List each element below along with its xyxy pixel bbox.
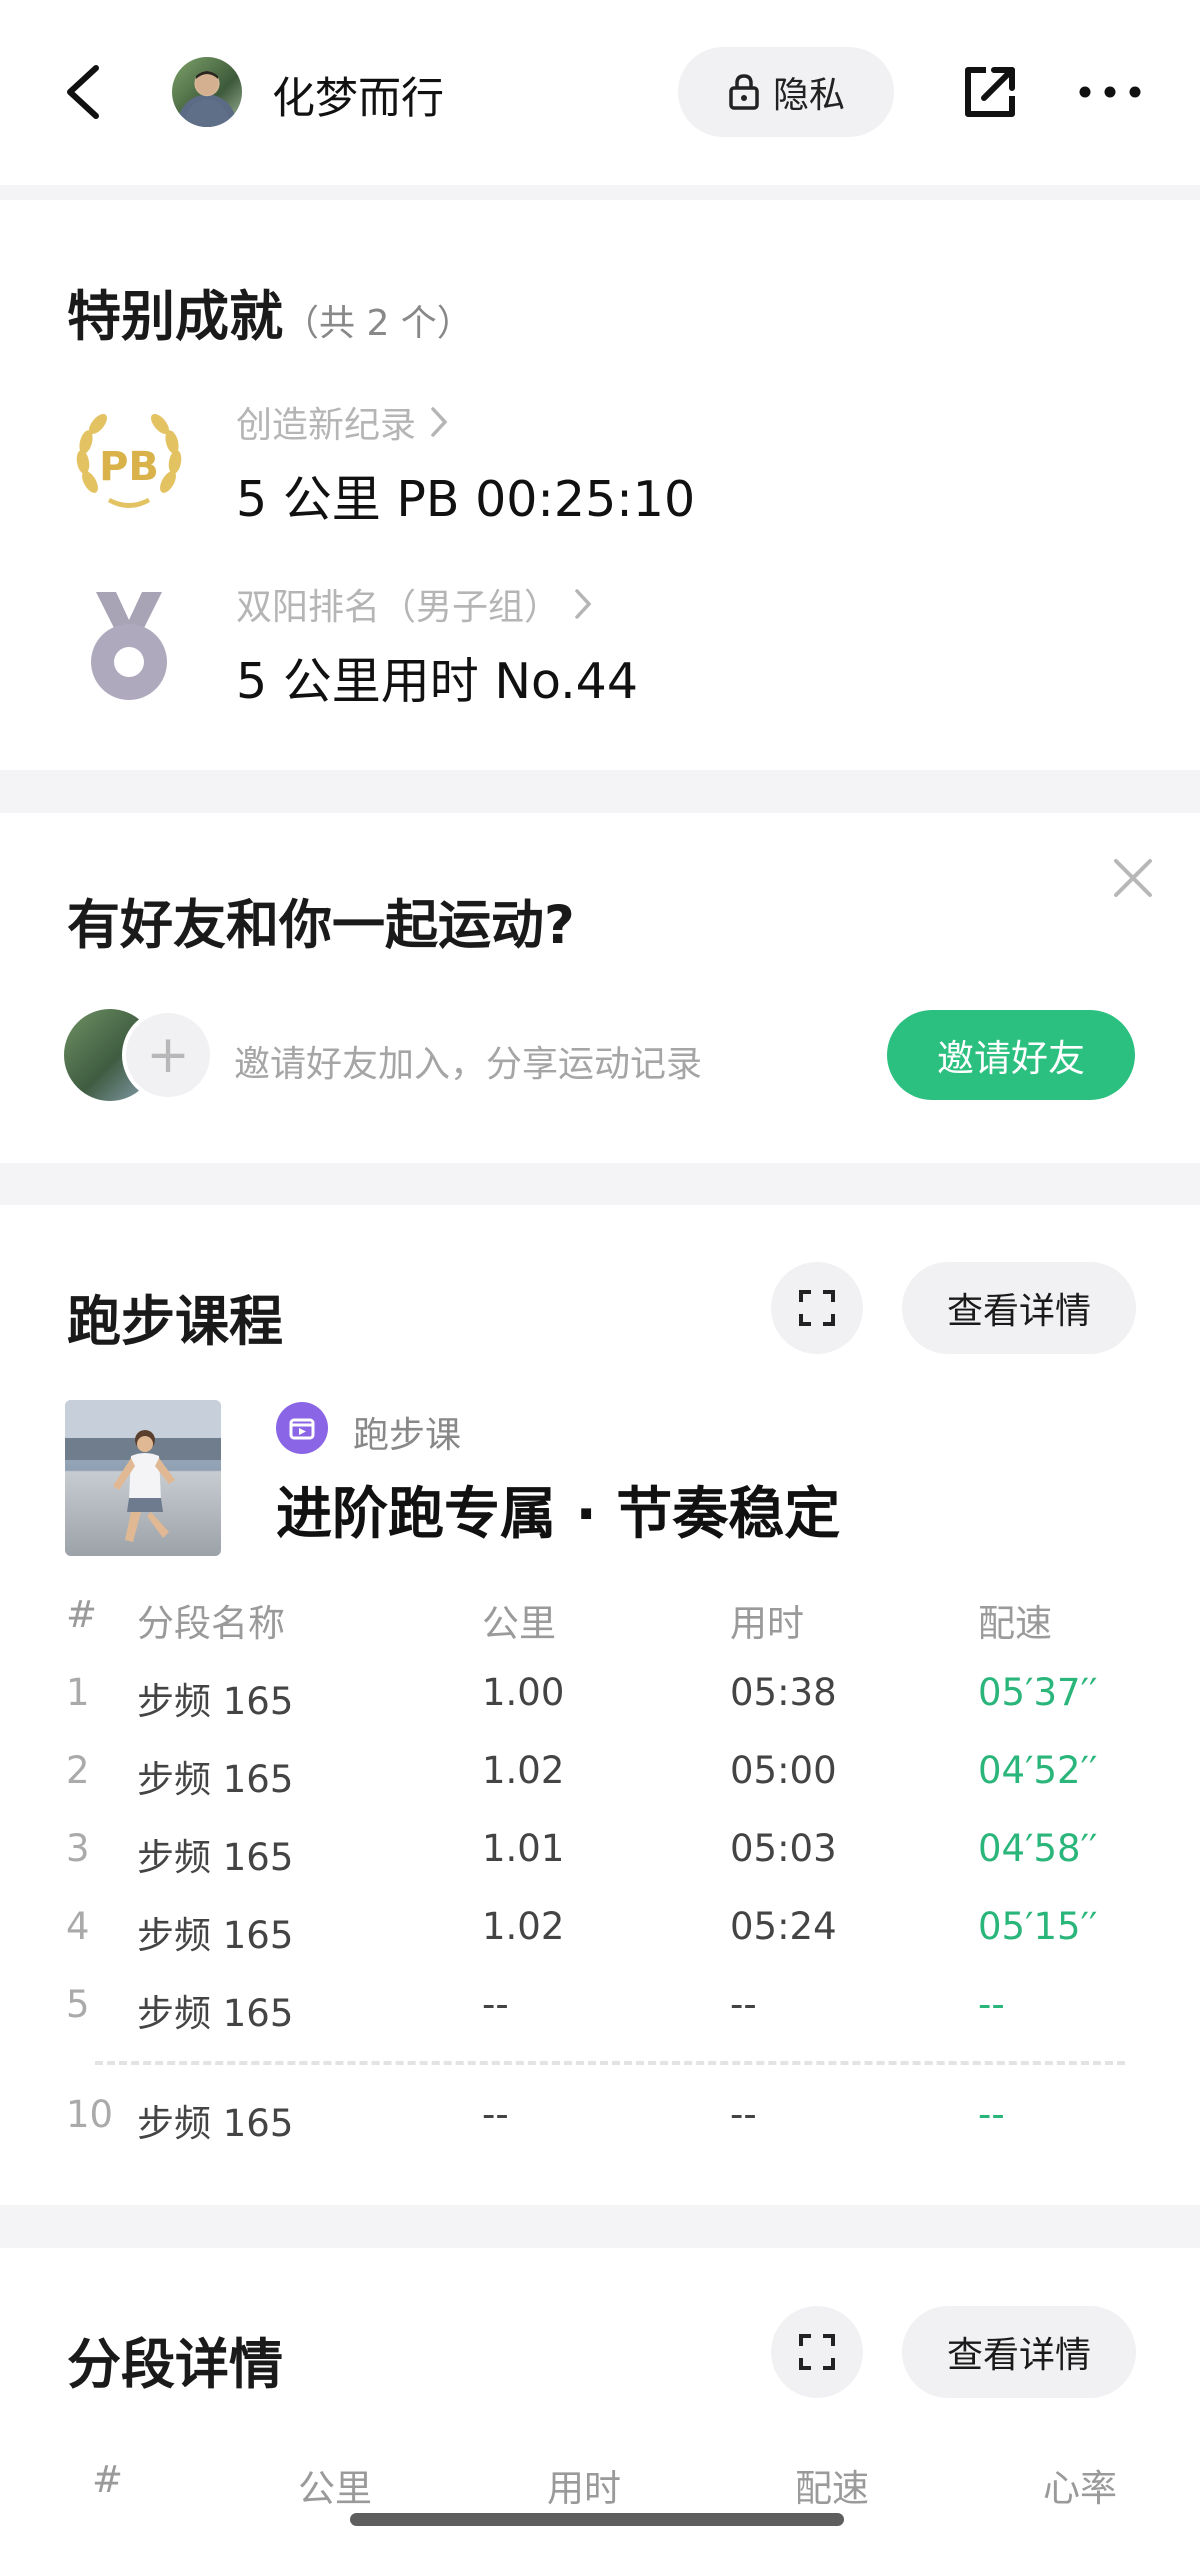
row-pace: 04′52′′ (978, 1749, 1098, 1792)
privacy-button[interactable]: 隐私 (678, 47, 894, 137)
chevron-right-icon (431, 407, 448, 437)
achievements-card: 特别成就（共 2 个） PB 创造新纪录 5 公里 PB 00:25:10 双阳… (0, 200, 1200, 770)
share-icon[interactable] (960, 62, 1020, 122)
achievement-value-pb: 5 公里 PB 00:25:10 (236, 471, 696, 528)
privacy-label: 隐私 (772, 75, 845, 116)
silver-medal-icon (91, 592, 167, 700)
col-time: 用时 (547, 2467, 621, 2510)
course-detail-button[interactable]: 查看详情 (902, 1262, 1136, 1354)
collapsed-rows-divider[interactable] (95, 2061, 1125, 2065)
add-friend-icon[interactable]: + (122, 1009, 214, 1101)
course-name[interactable]: 进阶跑专属 · 节奏稳定 (276, 1469, 840, 1550)
username: 化梦而行 (272, 74, 444, 124)
row-name: 步频 165 (137, 2102, 294, 2145)
row-number: 10 (66, 2093, 114, 2136)
achievements-count: （共 2 个） (283, 303, 473, 344)
col-number: # (92, 2458, 124, 2501)
col-pace: 配速 (978, 1602, 1052, 1645)
expand-button[interactable] (771, 1262, 863, 1354)
col-km: 公里 (482, 1602, 556, 1645)
home-indicator[interactable] (350, 2513, 844, 2526)
row-time: 05:38 (730, 1671, 837, 1714)
row-number: 4 (66, 1905, 90, 1948)
svg-text:PB: PB (99, 444, 159, 490)
table-row: 3 步频 165 1.01 05:03 04′58′′ (0, 1827, 1200, 1887)
table-row: 2 步频 165 1.02 05:00 04′52′′ (0, 1749, 1200, 1809)
table-row: 4 步频 165 1.02 05:24 05′15′′ (0, 1905, 1200, 1965)
row-km: 1.00 (482, 1671, 565, 1714)
row-km: -- (482, 2093, 509, 2136)
table-row: 1 步频 165 1.00 05:38 05′37′′ (0, 1671, 1200, 1731)
row-name: 步频 165 (137, 1758, 294, 1801)
col-segment-name: 分段名称 (137, 1602, 285, 1645)
row-name: 步频 165 (137, 1914, 294, 1957)
splits-card: 分段详情 查看详情 # 公里 用时 配速 心率 (0, 2248, 1200, 2551)
row-km: 1.02 (482, 1905, 565, 1948)
col-pace: 配速 (795, 2467, 869, 2510)
friends-title: 有好友和你一起运动? (67, 895, 575, 956)
achievements-title-text: 特别成就 (67, 285, 283, 348)
chevron-right-icon (575, 589, 592, 619)
row-time: -- (730, 2093, 757, 2136)
avatar[interactable] (172, 57, 242, 127)
col-time: 用时 (730, 1602, 804, 1645)
invite-friends-card: 有好友和你一起运动? + 邀请好友加入，分享运动记录 邀请好友 (0, 813, 1200, 1163)
achievement-label-pb[interactable]: 创造新纪录 (236, 396, 450, 448)
row-km: -- (482, 1983, 509, 2026)
row-pace: 04′58′′ (978, 1827, 1098, 1870)
achievement-label-text: 双阳排名（男子组） (236, 587, 561, 628)
pb-laurel-badge-icon: PB (76, 414, 182, 508)
row-number: 3 (66, 1827, 90, 1870)
row-km: 1.01 (482, 1827, 565, 1870)
fullscreen-icon (799, 2334, 835, 2370)
course-thumbnail[interactable] (65, 1400, 221, 1556)
more-options-icon[interactable] (1075, 62, 1145, 122)
row-number: 1 (66, 1671, 90, 1714)
splits-detail-button[interactable]: 查看详情 (902, 2306, 1136, 2398)
row-number: 2 (66, 1749, 90, 1792)
achievement-label-rank[interactable]: 双阳排名（男子组） (236, 578, 594, 630)
table-header: # 公里 用时 配速 心率 (0, 2458, 1200, 2518)
table-header: # 分段名称 公里 用时 配速 (0, 1593, 1200, 1653)
fullscreen-icon (799, 1290, 835, 1326)
row-time: -- (730, 1983, 757, 2026)
row-pace: 05′37′′ (978, 1671, 1098, 1714)
row-time: 05:00 (730, 1749, 837, 1792)
achievement-label-text: 创造新纪录 (236, 405, 417, 446)
col-heart-rate: 心率 (1043, 2467, 1117, 2510)
col-number: # (66, 1593, 98, 1636)
row-name: 步频 165 (137, 1992, 294, 2035)
splits-title: 分段详情 (67, 2333, 283, 2396)
close-icon[interactable] (1108, 853, 1158, 903)
course-title: 跑步课程 (67, 1290, 283, 1353)
row-km: 1.02 (482, 1749, 565, 1792)
course-tag: 跑步课 (353, 1415, 462, 1456)
row-name: 步频 165 (137, 1836, 294, 1879)
achievements-title: 特别成就（共 2 个） (67, 272, 473, 351)
table-row: 5 步频 165 -- -- -- (0, 1983, 1200, 2043)
lock-icon (729, 74, 759, 110)
course-tag-icon (276, 1402, 328, 1454)
row-name: 步频 165 (137, 1680, 294, 1723)
invite-hint: 邀请好友加入，分享运动记录 (234, 1044, 703, 1085)
row-time: 05:03 (730, 1827, 837, 1870)
back-arrow-icon[interactable] (58, 62, 118, 122)
col-km: 公里 (298, 2467, 372, 2510)
top-bar: 化梦而行 隐私 (0, 0, 1200, 185)
row-pace: -- (978, 2093, 1005, 2136)
row-pace: 05′15′′ (978, 1905, 1098, 1948)
row-pace: -- (978, 1983, 1005, 2026)
table-row: 10 步频 165 -- -- -- (0, 2093, 1200, 2153)
achievement-value-rank: 5 公里用时 No.44 (236, 653, 639, 710)
row-time: 05:24 (730, 1905, 837, 1948)
running-course-card: 跑步课程 查看详情 跑步课 进阶跑专属 · 节奏稳定 # 分段名称 公里 用时 … (0, 1205, 1200, 2205)
expand-button[interactable] (771, 2306, 863, 2398)
row-number: 5 (66, 1983, 90, 2026)
invite-friends-button[interactable]: 邀请好友 (887, 1010, 1135, 1100)
